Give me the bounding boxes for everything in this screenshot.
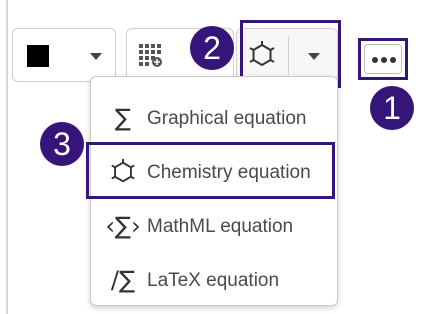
editor-frame-edge	[6, 0, 8, 314]
menu-item-mathml-equation[interactable]: ‹∑› MathML equation	[91, 199, 337, 253]
menu-item-latex-equation[interactable]: /∑ LaTeX equation	[91, 253, 337, 307]
menu-item-label: Graphical equation	[147, 108, 307, 129]
font-color-picker[interactable]	[12, 28, 116, 82]
insert-equation-split-button[interactable]	[236, 28, 338, 82]
ellipsis-icon	[372, 57, 396, 63]
table-icon	[139, 44, 162, 67]
step-callout-1: 1	[370, 86, 414, 130]
chevron-down-icon[interactable]	[308, 53, 320, 60]
color-swatch	[27, 45, 49, 67]
chevron-down-icon	[90, 53, 102, 60]
menu-item-chemistry-equation[interactable]: Chemistry equation	[91, 145, 337, 199]
split-button-divider	[288, 37, 289, 75]
hexagon-icon	[105, 157, 141, 187]
sigma-icon: ∑	[114, 104, 132, 132]
latex-icon: /∑	[110, 266, 136, 294]
menu-item-label: MathML equation	[147, 216, 294, 237]
equation-dropdown-menu: ∑ Graphical equation Chemistry equation …	[90, 76, 338, 306]
chemistry-hexagon-icon[interactable]	[247, 40, 277, 70]
mathml-icon: ‹∑›	[105, 212, 141, 240]
step-callout-3: 3	[40, 122, 84, 166]
more-actions-button[interactable]	[364, 44, 402, 74]
menu-item-label: LaTeX equation	[147, 270, 280, 291]
menu-item-graphical-equation[interactable]: ∑ Graphical equation	[91, 91, 337, 145]
menu-item-label: Chemistry equation	[147, 162, 311, 183]
step-callout-2: 2	[190, 26, 234, 70]
